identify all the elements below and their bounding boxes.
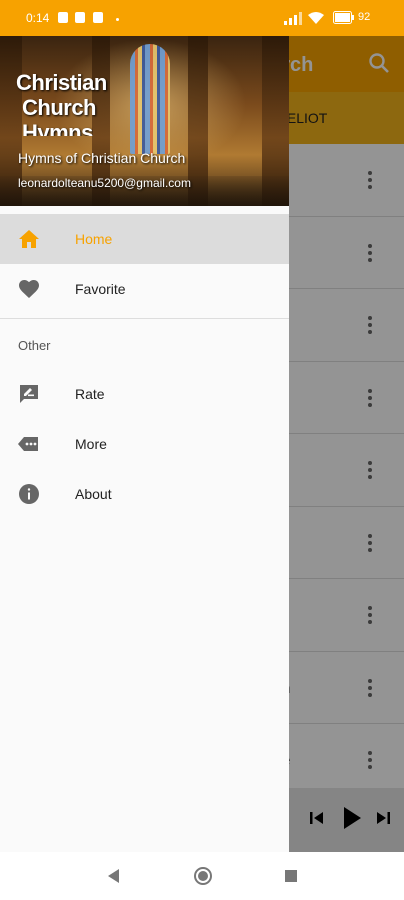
- rate-review-icon: [20, 385, 38, 403]
- nav-item-label: About: [75, 486, 112, 502]
- app-notification-icon: [93, 12, 103, 23]
- status-time: 0:14: [26, 11, 50, 25]
- battery-icon: [333, 11, 354, 24]
- app-logo-line: Hymns: [22, 122, 93, 136]
- info-icon: [19, 484, 39, 504]
- section-title: Other: [18, 338, 51, 353]
- heart-icon: [19, 280, 39, 298]
- nav-item-more[interactable]: More: [0, 419, 289, 469]
- recents-icon[interactable]: [285, 870, 297, 882]
- more-label-icon: [18, 437, 38, 451]
- navigation-drawer: Christian Church Hymns Hymns of Christia…: [0, 36, 289, 852]
- nav-item-favorite[interactable]: Favorite: [0, 264, 289, 314]
- nav-item-rate[interactable]: Rate: [0, 369, 289, 419]
- more-notifications-dot: [116, 18, 119, 21]
- status-bar: 0:14 92: [0, 0, 404, 36]
- trash-notification-icon: [58, 12, 68, 23]
- drawer-email: leonardolteanu5200@gmail.com: [18, 176, 191, 190]
- battery-percent: 92: [358, 11, 371, 23]
- stained-glass-window: [130, 44, 170, 154]
- system-navigation-bar: [0, 852, 404, 900]
- drawer-menu: Home Favorite Other Rate More About: [0, 214, 289, 519]
- nav-item-about[interactable]: About: [0, 469, 289, 519]
- home-icon: [19, 230, 39, 248]
- drawer-header: Christian Church Hymns Hymns of Christia…: [0, 36, 289, 206]
- signal-icon: [284, 12, 302, 25]
- wifi-icon: [308, 12, 324, 24]
- drawer-subtitle: Hymns of Christian Church: [18, 150, 186, 166]
- nav-item-home[interactable]: Home: [0, 214, 289, 264]
- nav-item-label: Home: [75, 231, 113, 247]
- nav-item-label: Favorite: [75, 281, 126, 297]
- app-notification-icon: [75, 12, 85, 23]
- section-header: Other: [0, 319, 289, 369]
- app-logo-line: Christian: [16, 70, 107, 95]
- home-button-icon[interactable]: [193, 866, 213, 886]
- nav-item-label: More: [75, 436, 107, 452]
- back-icon[interactable]: [106, 868, 120, 884]
- app-logo-line: Church: [22, 95, 97, 120]
- nav-item-label: Rate: [75, 386, 105, 402]
